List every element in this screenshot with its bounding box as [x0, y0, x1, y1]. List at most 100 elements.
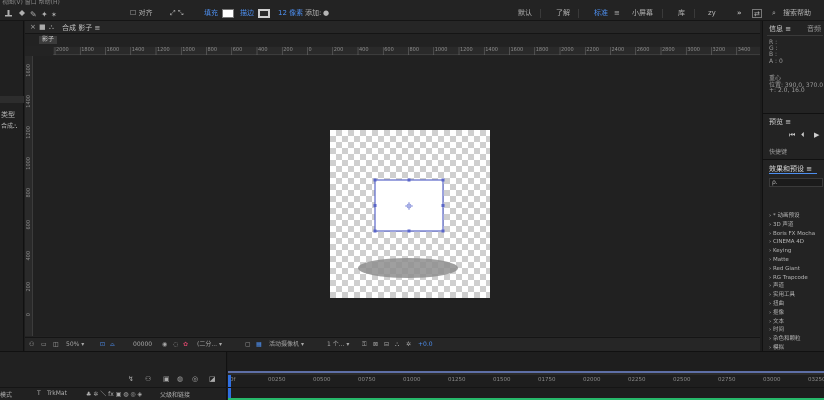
draft-3d-icon[interactable]: ↯: [128, 375, 134, 383]
shadow-ellipse[interactable]: [358, 258, 458, 278]
frame-blending-icon[interactable]: ▣: [163, 375, 170, 383]
ruler-label: 1600: [26, 64, 32, 77]
time-ruler[interactable]: 0f 00250 00500 00750 01000 01250 01500 01750 020…: [228, 375, 824, 387]
workspace-standard-menu[interactable]: ≡: [614, 8, 620, 19]
monitor-icon[interactable]: ▭: [41, 340, 47, 350]
workspace-default[interactable]: 默认: [518, 8, 532, 19]
effects-list-item[interactable]: › 实用工具: [769, 291, 824, 300]
t-column-header[interactable]: T: [37, 390, 41, 397]
vr-icon[interactable]: ◫: [53, 340, 59, 350]
add-label[interactable]: 添加:: [305, 8, 321, 19]
preview-shortcut-label[interactable]: 快捷键: [769, 147, 787, 156]
work-area-range[interactable]: [228, 371, 824, 373]
trkmat-column-header[interactable]: TrkMat: [47, 390, 67, 397]
vertical-ruler: 1600 1400 1200 1000 800 600 400 200 0: [25, 56, 33, 336]
ruler-label: 1400: [131, 47, 145, 53]
project-search-field[interactable]: [0, 96, 24, 103]
previous-frame-icon[interactable]: ⏴: [801, 131, 805, 140]
always-preview-icon[interactable]: ⚇: [29, 340, 34, 350]
effects-list-item[interactable]: › Red Giant: [769, 265, 824, 274]
timeline-toggle-icon[interactable]: ⊠: [373, 340, 378, 350]
add-icon[interactable]: ●: [323, 8, 329, 19]
motion-blur-icon[interactable]: ◍: [177, 375, 183, 383]
mode-column-header[interactable]: 模式: [0, 390, 12, 399]
effects-list-item[interactable]: › 声道: [769, 282, 824, 291]
fill-label[interactable]: 填充: [204, 8, 218, 19]
comp-icon: ⛬: [13, 123, 18, 130]
align-checkbox[interactable]: ☐ 对齐: [130, 8, 153, 19]
stroke-label[interactable]: 描边: [240, 8, 254, 19]
lock-icon[interactable]: ■: [39, 23, 46, 31]
ruler-label: 1200: [26, 126, 32, 139]
preview-panel-title[interactable]: 预览 ≡: [769, 117, 791, 127]
sync-settings-icon[interactable]: ⇄: [752, 9, 762, 18]
fast-preview-icon[interactable]: ⚿: [362, 340, 367, 350]
comp-flowchart-icon[interactable]: ⊟: [384, 340, 389, 350]
effects-list-item[interactable]: › 扭曲: [769, 300, 824, 309]
resolution-select[interactable]: (二分... ▾: [197, 340, 222, 350]
effects-list-item[interactable]: › 文本: [769, 318, 824, 327]
transform-icon[interactable]: ⤢ ⤡: [170, 8, 183, 19]
exposure-reset-icon[interactable]: ✲: [406, 340, 411, 350]
switches-icons: ♣ ✲ ＼ fx ▣ ◍ ◎ ◈: [86, 391, 143, 398]
search-help-icon[interactable]: ⌕: [772, 8, 776, 19]
composition-canvas[interactable]: [330, 130, 490, 298]
tab-menu-icon[interactable]: ≡: [94, 24, 100, 32]
shy-layers-icon[interactable]: ⚇: [145, 375, 151, 383]
channel-icon[interactable]: ✿: [183, 340, 188, 350]
audio-tab[interactable]: 音频: [807, 24, 821, 34]
time-ruler-label: 01500: [493, 377, 511, 383]
ruler-label: 3400: [737, 47, 751, 53]
effects-list-item[interactable]: › 3D 声道: [769, 221, 824, 230]
effects-list-item[interactable]: › 时间: [769, 326, 824, 335]
divider: [0, 387, 227, 388]
graph-editor-icon[interactable]: ◎: [192, 375, 198, 383]
workspace-learn[interactable]: 了解: [556, 8, 570, 19]
views-select[interactable]: 1 个... ▾: [327, 340, 349, 350]
ruler-label: 600: [384, 47, 394, 53]
exposure-value[interactable]: +0.0: [418, 340, 433, 350]
effects-list-item[interactable]: › 抠像: [769, 309, 824, 318]
workspace-library[interactable]: 库: [678, 8, 685, 19]
close-tab-icon[interactable]: ×: [30, 23, 36, 31]
type-column-header[interactable]: 类型: [1, 110, 15, 120]
effects-list-item[interactable]: › Matte: [769, 256, 824, 265]
effects-list-item[interactable]: › * 动画预设: [769, 212, 824, 221]
effects-list-item[interactable]: › 杂色和颗粒: [769, 335, 824, 344]
info-panel-title[interactable]: 信息 ≡: [769, 24, 791, 34]
project-item-type[interactable]: 合成⛬: [1, 121, 17, 131]
play-icon[interactable]: ▶: [814, 131, 819, 139]
composition-viewer[interactable]: [33, 56, 760, 336]
search-help-input[interactable]: 搜索帮助: [783, 8, 811, 19]
more-workspaces-icon[interactable]: »: [737, 8, 742, 19]
effects-search-input[interactable]: ρ.: [769, 178, 823, 187]
effects-list-item[interactable]: › RG Trapcode: [769, 274, 824, 283]
effects-list-item[interactable]: › Boris FX Mocha: [769, 230, 824, 239]
parent-column-header[interactable]: 父级和链接: [160, 390, 190, 399]
comment-icon[interactable]: ◪: [209, 375, 216, 383]
camera-snapshot-icon[interactable]: ◉: [162, 340, 167, 350]
current-time-display[interactable]: 00000: [133, 340, 152, 350]
timeline-ruler-area[interactable]: 0f 00250 00500 00750 01000 01250 01500 01750 020…: [228, 352, 824, 400]
workspace-small-screen[interactable]: 小屏幕: [632, 8, 653, 19]
workspace-zy[interactable]: zy: [708, 8, 716, 19]
transparency-grid-icon[interactable]: ▦: [256, 340, 262, 350]
camera-select[interactable]: 活动摄像机 ▾: [269, 340, 304, 350]
first-frame-icon[interactable]: ⏮: [789, 131, 795, 140]
grid-guides-icon[interactable]: ⊡: [100, 340, 105, 350]
zoom-select[interactable]: 50% ▾: [66, 340, 84, 350]
effects-list-item[interactable]: › CINEMA 4D: [769, 238, 824, 247]
tool-icons[interactable]: ✎ ✦ ✶: [3, 8, 63, 19]
time-ruler-label: 00750: [358, 377, 376, 383]
composition-tab-title[interactable]: 合成 影子 ≡: [62, 23, 100, 33]
fill-swatch[interactable]: [222, 9, 234, 18]
stroke-swatch[interactable]: [258, 9, 270, 18]
workspace-standard[interactable]: 标准: [594, 8, 608, 19]
effects-list-item[interactable]: › Keying: [769, 247, 824, 256]
show-snapshot-icon[interactable]: ◌: [173, 340, 178, 350]
mask-visibility-icon[interactable]: ⌓: [110, 340, 115, 350]
composition-breadcrumb[interactable]: 影子: [39, 36, 58, 44]
stroke-width[interactable]: 12 像素: [278, 8, 303, 19]
region-of-interest-icon[interactable]: ▢: [245, 340, 251, 350]
flowchart-icon[interactable]: ⛬: [395, 340, 399, 350]
